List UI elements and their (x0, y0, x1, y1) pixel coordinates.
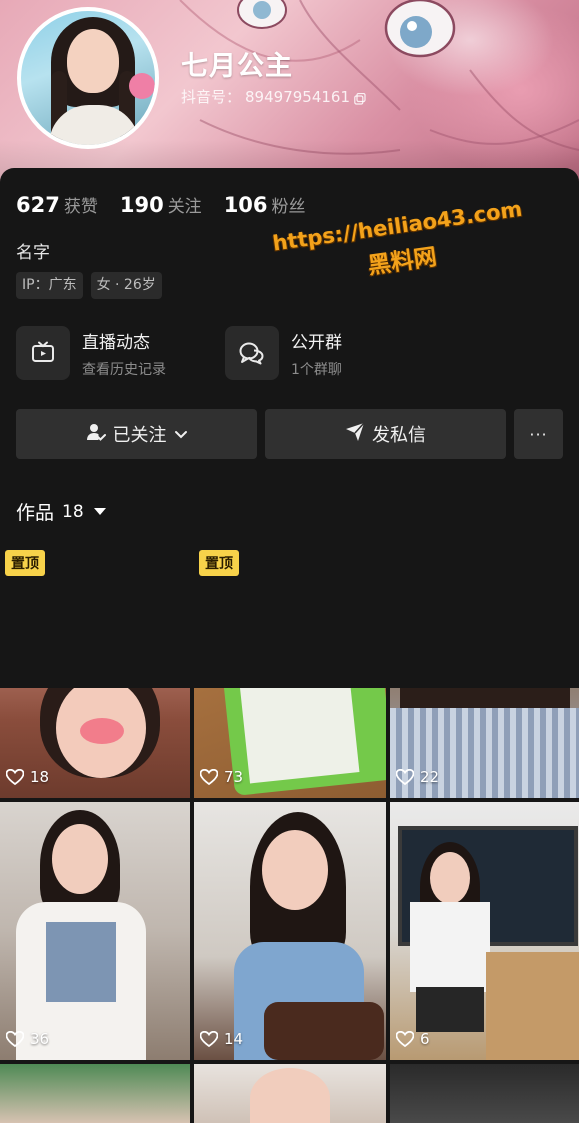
stat-likes-label: 获赞 (63, 197, 98, 217)
douyin-id-row[interactable]: 抖音号： 89497954161 (181, 86, 366, 107)
following-button[interactable]: 已关注 (16, 409, 257, 459)
video-likes: 18 (6, 768, 49, 786)
feature-public-group[interactable]: 公开群 1个群聊 (225, 326, 342, 380)
feature-live-history[interactable]: 直播动态 查看历史记录 (16, 326, 166, 380)
profile-info-panel: 627 获赞 190 关注 106 粉丝 名字 IP：广东 女 · 26岁 ht… (0, 168, 579, 688)
tag-ip-location: IP：广东 (16, 272, 83, 299)
video-tile[interactable]: 14 (194, 802, 386, 1060)
filter-nose (80, 718, 124, 744)
more-dots-icon: ··· (529, 424, 548, 444)
person-face (250, 1068, 330, 1123)
person-face (52, 824, 108, 894)
profile-username: 七月公主 (181, 51, 293, 82)
person-face (262, 830, 328, 910)
feature-group-subtitle: 1个群聊 (291, 361, 342, 378)
video-tile[interactable] (194, 1064, 386, 1123)
dark-skirt (416, 987, 484, 1032)
feature-live-subtitle: 查看历史记录 (82, 361, 166, 378)
video-likes-count: 73 (224, 768, 244, 786)
feature-group-title: 公开群 (291, 332, 342, 353)
stat-likes-value: 627 (16, 193, 60, 217)
heart-icon (6, 769, 24, 785)
white-shirt (410, 902, 490, 992)
profile-actions: 已关注 发私信 ··· (16, 409, 563, 459)
video-likes-count: 36 (30, 1030, 50, 1048)
profile-bio: 名字 (16, 243, 50, 263)
stat-following-label: 关注 (167, 197, 202, 217)
douyin-id-value: 89497954161 (245, 87, 350, 106)
video-tile[interactable] (390, 1064, 579, 1123)
stat-likes[interactable]: 627 获赞 (16, 192, 98, 217)
feature-live-title: 直播动态 (82, 332, 150, 353)
video-likes: 22 (396, 768, 439, 786)
profile-tags: IP：广东 女 · 26岁 (16, 272, 162, 299)
cardboard-boxes (486, 952, 579, 1060)
caret-down-icon (93, 508, 106, 515)
profile-stats: 627 获赞 190 关注 106 粉丝 (16, 192, 328, 217)
person-face (430, 852, 470, 904)
heart-icon (200, 1031, 218, 1047)
works-count: 18 (62, 501, 84, 522)
tag-gender-age: 女 · 26岁 (90, 272, 162, 299)
copy-icon[interactable] (354, 91, 366, 105)
video-tile[interactable]: 6 (390, 802, 579, 1060)
chat-bubbles-icon (225, 326, 279, 380)
stat-followers[interactable]: 106 粉丝 (224, 192, 306, 217)
chevron-down-icon (174, 424, 188, 445)
stat-following-value: 190 (119, 193, 164, 217)
tv-icon (16, 326, 70, 380)
video-likes: 14 (200, 1030, 243, 1048)
heart-icon (396, 1031, 414, 1047)
video-thumbnail (0, 1064, 190, 1123)
video-likes-count: 18 (30, 768, 50, 786)
avatar-face (67, 29, 119, 93)
profile-avatar[interactable] (17, 7, 159, 149)
stat-followers-label: 粉丝 (271, 197, 306, 217)
video-likes: 73 (200, 768, 243, 786)
works-tab-header[interactable]: 作品 18 (16, 498, 106, 525)
send-icon (345, 421, 365, 447)
brown-bag (264, 1002, 384, 1060)
pinned-badge: 置顶 (5, 550, 45, 576)
video-likes: 36 (6, 1030, 49, 1048)
following-label: 已关注 (112, 425, 167, 446)
video-likes-count: 6 (420, 1030, 430, 1048)
more-options-button[interactable]: ··· (514, 409, 563, 459)
heart-icon (200, 769, 218, 785)
heart-icon (6, 1031, 24, 1047)
heart-icon (396, 769, 414, 785)
video-tile[interactable]: 36 (0, 802, 190, 1060)
video-thumbnail (390, 1064, 579, 1123)
stat-followers-value: 106 (223, 193, 268, 217)
send-message-button[interactable]: 发私信 (265, 409, 506, 459)
user-check-icon (86, 422, 106, 447)
works-label: 作品 (16, 502, 55, 524)
video-tile[interactable] (0, 1064, 190, 1123)
video-likes: 6 (396, 1030, 430, 1048)
send-message-label: 发私信 (372, 425, 426, 446)
douyin-id-label: 抖音号： (181, 88, 242, 106)
blue-top (46, 922, 116, 1002)
pinned-badge: 置顶 (199, 550, 239, 576)
video-likes-count: 14 (224, 1030, 244, 1048)
video-likes-count: 22 (420, 768, 440, 786)
avatar-pink-toy (129, 73, 155, 99)
stat-following[interactable]: 190 关注 (120, 192, 202, 217)
